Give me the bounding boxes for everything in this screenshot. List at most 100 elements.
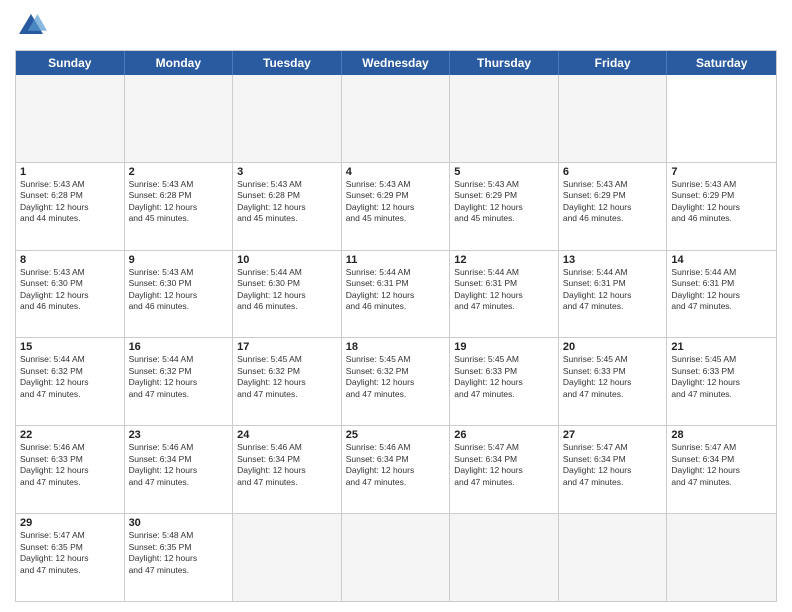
day-number: 6 — [563, 166, 663, 178]
calendar-cell — [342, 75, 451, 162]
day-info: Sunrise: 5:43 AM Sunset: 6:28 PM Dayligh… — [129, 179, 229, 225]
day-number: 5 — [454, 166, 554, 178]
calendar-cell — [450, 514, 559, 601]
calendar-cell — [667, 514, 776, 601]
calendar-cell — [342, 514, 451, 601]
day-info: Sunrise: 5:44 AM Sunset: 6:32 PM Dayligh… — [20, 354, 120, 400]
calendar-cell — [667, 75, 776, 162]
day-number: 4 — [346, 166, 446, 178]
day-number: 16 — [129, 341, 229, 353]
day-info: Sunrise: 5:45 AM Sunset: 6:33 PM Dayligh… — [454, 354, 554, 400]
calendar-cell — [559, 514, 668, 601]
calendar-cell: 4Sunrise: 5:43 AM Sunset: 6:29 PM Daylig… — [342, 163, 451, 250]
calendar-cell: 29Sunrise: 5:47 AM Sunset: 6:35 PM Dayli… — [16, 514, 125, 601]
logo — [15, 10, 51, 42]
day-info: Sunrise: 5:44 AM Sunset: 6:31 PM Dayligh… — [563, 267, 663, 313]
calendar-cell — [233, 514, 342, 601]
day-info: Sunrise: 5:46 AM Sunset: 6:33 PM Dayligh… — [20, 442, 120, 488]
calendar-cell — [16, 75, 125, 162]
calendar-cell: 23Sunrise: 5:46 AM Sunset: 6:34 PM Dayli… — [125, 426, 234, 513]
calendar-cell — [559, 75, 668, 162]
calendar-cell: 7Sunrise: 5:43 AM Sunset: 6:29 PM Daylig… — [667, 163, 776, 250]
calendar-cell: 13Sunrise: 5:44 AM Sunset: 6:31 PM Dayli… — [559, 251, 668, 338]
calendar-cell: 22Sunrise: 5:46 AM Sunset: 6:33 PM Dayli… — [16, 426, 125, 513]
calendar-cell: 1Sunrise: 5:43 AM Sunset: 6:28 PM Daylig… — [16, 163, 125, 250]
calendar-cell: 25Sunrise: 5:46 AM Sunset: 6:34 PM Dayli… — [342, 426, 451, 513]
day-number: 11 — [346, 254, 446, 266]
header-day-thursday: Thursday — [450, 51, 559, 75]
day-number: 8 — [20, 254, 120, 266]
day-info: Sunrise: 5:43 AM Sunset: 6:29 PM Dayligh… — [346, 179, 446, 225]
day-info: Sunrise: 5:47 AM Sunset: 6:35 PM Dayligh… — [20, 530, 120, 576]
day-info: Sunrise: 5:45 AM Sunset: 6:33 PM Dayligh… — [563, 354, 663, 400]
day-info: Sunrise: 5:43 AM Sunset: 6:30 PM Dayligh… — [20, 267, 120, 313]
day-info: Sunrise: 5:43 AM Sunset: 6:29 PM Dayligh… — [671, 179, 772, 225]
day-info: Sunrise: 5:45 AM Sunset: 6:32 PM Dayligh… — [237, 354, 337, 400]
day-info: Sunrise: 5:47 AM Sunset: 6:34 PM Dayligh… — [671, 442, 772, 488]
header — [15, 10, 777, 42]
calendar-cell: 9Sunrise: 5:43 AM Sunset: 6:30 PM Daylig… — [125, 251, 234, 338]
day-number: 21 — [671, 341, 772, 353]
calendar: SundayMondayTuesdayWednesdayThursdayFrid… — [15, 50, 777, 602]
day-info: Sunrise: 5:43 AM Sunset: 6:29 PM Dayligh… — [563, 179, 663, 225]
calendar-cell: 8Sunrise: 5:43 AM Sunset: 6:30 PM Daylig… — [16, 251, 125, 338]
day-number: 10 — [237, 254, 337, 266]
calendar-cell: 30Sunrise: 5:48 AM Sunset: 6:35 PM Dayli… — [125, 514, 234, 601]
calendar-row-2: 8Sunrise: 5:43 AM Sunset: 6:30 PM Daylig… — [16, 250, 776, 338]
header-day-sunday: Sunday — [16, 51, 125, 75]
day-info: Sunrise: 5:46 AM Sunset: 6:34 PM Dayligh… — [129, 442, 229, 488]
page: SundayMondayTuesdayWednesdayThursdayFrid… — [0, 0, 792, 612]
day-number: 25 — [346, 429, 446, 441]
day-number: 15 — [20, 341, 120, 353]
calendar-cell: 10Sunrise: 5:44 AM Sunset: 6:30 PM Dayli… — [233, 251, 342, 338]
day-number: 18 — [346, 341, 446, 353]
day-number: 1 — [20, 166, 120, 178]
day-number: 24 — [237, 429, 337, 441]
calendar-body: 1Sunrise: 5:43 AM Sunset: 6:28 PM Daylig… — [16, 75, 776, 601]
day-info: Sunrise: 5:43 AM Sunset: 6:28 PM Dayligh… — [20, 179, 120, 225]
calendar-cell: 16Sunrise: 5:44 AM Sunset: 6:32 PM Dayli… — [125, 338, 234, 425]
calendar-cell: 14Sunrise: 5:44 AM Sunset: 6:31 PM Dayli… — [667, 251, 776, 338]
calendar-cell: 19Sunrise: 5:45 AM Sunset: 6:33 PM Dayli… — [450, 338, 559, 425]
day-info: Sunrise: 5:44 AM Sunset: 6:31 PM Dayligh… — [346, 267, 446, 313]
calendar-row-4: 22Sunrise: 5:46 AM Sunset: 6:33 PM Dayli… — [16, 425, 776, 513]
day-info: Sunrise: 5:44 AM Sunset: 6:31 PM Dayligh… — [454, 267, 554, 313]
day-number: 27 — [563, 429, 663, 441]
day-info: Sunrise: 5:44 AM Sunset: 6:30 PM Dayligh… — [237, 267, 337, 313]
calendar-cell: 12Sunrise: 5:44 AM Sunset: 6:31 PM Dayli… — [450, 251, 559, 338]
calendar-cell — [450, 75, 559, 162]
header-day-tuesday: Tuesday — [233, 51, 342, 75]
calendar-cell: 18Sunrise: 5:45 AM Sunset: 6:32 PM Dayli… — [342, 338, 451, 425]
calendar-cell — [233, 75, 342, 162]
day-number: 13 — [563, 254, 663, 266]
header-day-friday: Friday — [559, 51, 668, 75]
header-day-monday: Monday — [125, 51, 234, 75]
calendar-cell: 11Sunrise: 5:44 AM Sunset: 6:31 PM Dayli… — [342, 251, 451, 338]
day-info: Sunrise: 5:47 AM Sunset: 6:34 PM Dayligh… — [454, 442, 554, 488]
day-info: Sunrise: 5:44 AM Sunset: 6:32 PM Dayligh… — [129, 354, 229, 400]
day-number: 23 — [129, 429, 229, 441]
calendar-cell: 17Sunrise: 5:45 AM Sunset: 6:32 PM Dayli… — [233, 338, 342, 425]
calendar-header: SundayMondayTuesdayWednesdayThursdayFrid… — [16, 51, 776, 75]
day-info: Sunrise: 5:46 AM Sunset: 6:34 PM Dayligh… — [346, 442, 446, 488]
calendar-cell — [125, 75, 234, 162]
day-info: Sunrise: 5:46 AM Sunset: 6:34 PM Dayligh… — [237, 442, 337, 488]
day-number: 19 — [454, 341, 554, 353]
day-info: Sunrise: 5:44 AM Sunset: 6:31 PM Dayligh… — [671, 267, 772, 313]
day-number: 20 — [563, 341, 663, 353]
day-number: 22 — [20, 429, 120, 441]
calendar-cell: 28Sunrise: 5:47 AM Sunset: 6:34 PM Dayli… — [667, 426, 776, 513]
day-number: 26 — [454, 429, 554, 441]
day-info: Sunrise: 5:45 AM Sunset: 6:32 PM Dayligh… — [346, 354, 446, 400]
day-info: Sunrise: 5:43 AM Sunset: 6:30 PM Dayligh… — [129, 267, 229, 313]
header-day-saturday: Saturday — [667, 51, 776, 75]
day-info: Sunrise: 5:43 AM Sunset: 6:28 PM Dayligh… — [237, 179, 337, 225]
day-number: 9 — [129, 254, 229, 266]
calendar-row-0 — [16, 75, 776, 162]
calendar-cell: 26Sunrise: 5:47 AM Sunset: 6:34 PM Dayli… — [450, 426, 559, 513]
calendar-row-1: 1Sunrise: 5:43 AM Sunset: 6:28 PM Daylig… — [16, 162, 776, 250]
day-number: 7 — [671, 166, 772, 178]
calendar-cell: 20Sunrise: 5:45 AM Sunset: 6:33 PM Dayli… — [559, 338, 668, 425]
header-day-wednesday: Wednesday — [342, 51, 451, 75]
calendar-cell: 15Sunrise: 5:44 AM Sunset: 6:32 PM Dayli… — [16, 338, 125, 425]
